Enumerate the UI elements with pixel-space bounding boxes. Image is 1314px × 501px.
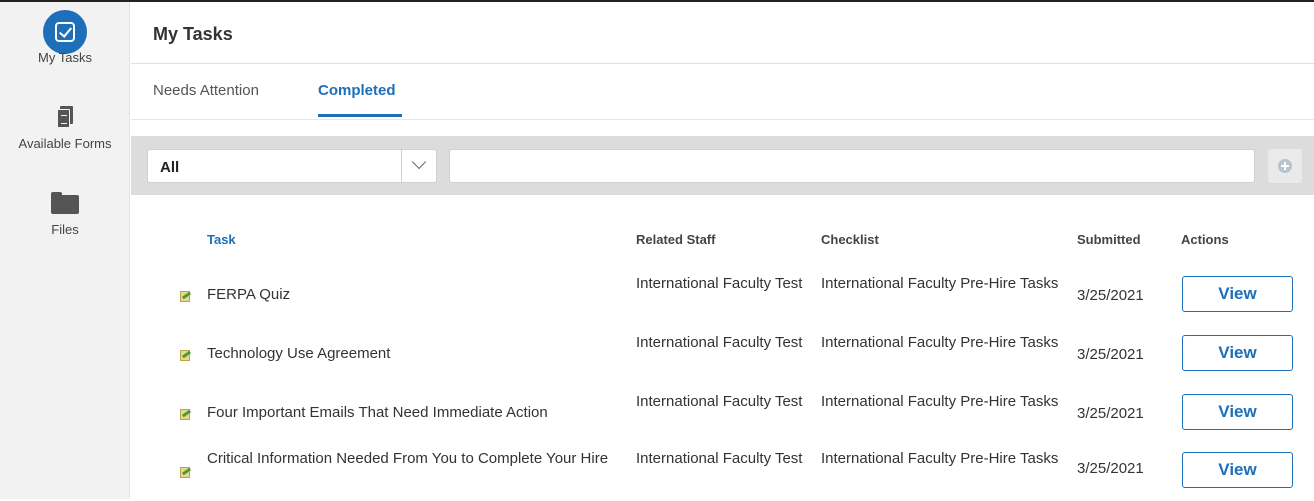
category-select-value: All bbox=[160, 159, 180, 176]
sidebar: My Tasks Available Forms Files bbox=[0, 2, 130, 499]
column-header-submitted: Submitted bbox=[1077, 232, 1141, 247]
sidebar-item-available-forms[interactable]: Available Forms bbox=[0, 106, 130, 151]
search-input[interactable] bbox=[449, 149, 1255, 183]
table-row: Technology Use Agreement International F… bbox=[131, 325, 1314, 383]
view-button[interactable]: View bbox=[1182, 276, 1293, 312]
checklist-name: International Faculty Pre-Hire Tasks bbox=[821, 393, 1059, 410]
page-title: My Tasks bbox=[153, 24, 233, 44]
plus-circle-icon bbox=[1278, 159, 1292, 173]
column-header-task[interactable]: Task bbox=[207, 232, 236, 247]
filter-bar: All bbox=[131, 136, 1314, 195]
divider bbox=[401, 150, 402, 182]
completed-form-icon bbox=[179, 350, 192, 362]
completed-form-icon bbox=[179, 467, 192, 479]
sidebar-item-my-tasks[interactable]: My Tasks bbox=[0, 10, 130, 73]
related-staff: International Faculty Test bbox=[636, 334, 803, 351]
view-button[interactable]: View bbox=[1182, 452, 1293, 488]
active-tab-indicator bbox=[318, 114, 402, 117]
main-content: My Tasks Needs Attention Completed All T… bbox=[131, 2, 1314, 499]
task-name: Critical Information Needed From You to … bbox=[207, 450, 609, 467]
column-header-related-staff: Related Staff bbox=[636, 232, 716, 247]
completed-form-icon bbox=[179, 291, 192, 303]
checklist-name: International Faculty Pre-Hire Tasks bbox=[821, 334, 1059, 351]
completed-form-icon bbox=[179, 409, 192, 421]
checklist-name: International Faculty Pre-Hire Tasks bbox=[821, 450, 1059, 467]
category-select[interactable]: All bbox=[147, 149, 437, 183]
document-icon bbox=[57, 106, 73, 128]
column-header-actions: Actions bbox=[1181, 232, 1229, 247]
chevron-down-icon bbox=[411, 154, 427, 170]
tab-needs-attention[interactable]: Needs Attention bbox=[153, 82, 259, 99]
checklist-name: International Faculty Pre-Hire Tasks bbox=[821, 275, 1059, 292]
sidebar-item-label: My Tasks bbox=[38, 50, 92, 65]
divider bbox=[131, 63, 1314, 64]
table-row: Four Important Emails That Need Immediat… bbox=[131, 384, 1314, 442]
task-name: Four Important Emails That Need Immediat… bbox=[207, 404, 548, 421]
view-button[interactable]: View bbox=[1182, 394, 1293, 430]
related-staff: International Faculty Test bbox=[636, 450, 803, 467]
divider bbox=[131, 119, 1314, 120]
submitted-date: 3/25/2021 bbox=[1077, 346, 1144, 363]
view-button[interactable]: View bbox=[1182, 335, 1293, 371]
task-name: Technology Use Agreement bbox=[207, 345, 391, 362]
submitted-date: 3/25/2021 bbox=[1077, 460, 1144, 477]
related-staff: International Faculty Test bbox=[636, 275, 803, 292]
table-row: FERPA Quiz International Faculty Test In… bbox=[131, 266, 1314, 324]
folder-icon bbox=[51, 192, 79, 214]
checkbox-icon bbox=[43, 10, 87, 54]
sidebar-item-label: Files bbox=[51, 222, 79, 237]
sidebar-item-label: Available Forms bbox=[18, 136, 112, 151]
sidebar-item-files[interactable]: Files bbox=[0, 192, 130, 237]
add-filter-button[interactable] bbox=[1268, 149, 1302, 183]
submitted-date: 3/25/2021 bbox=[1077, 405, 1144, 422]
related-staff: International Faculty Test bbox=[636, 393, 803, 410]
submitted-date: 3/25/2021 bbox=[1077, 287, 1144, 304]
column-header-checklist: Checklist bbox=[821, 232, 879, 247]
task-name: FERPA Quiz bbox=[207, 286, 291, 303]
tab-completed[interactable]: Completed bbox=[318, 82, 396, 99]
table-row: Critical Information Needed From You to … bbox=[131, 443, 1314, 501]
